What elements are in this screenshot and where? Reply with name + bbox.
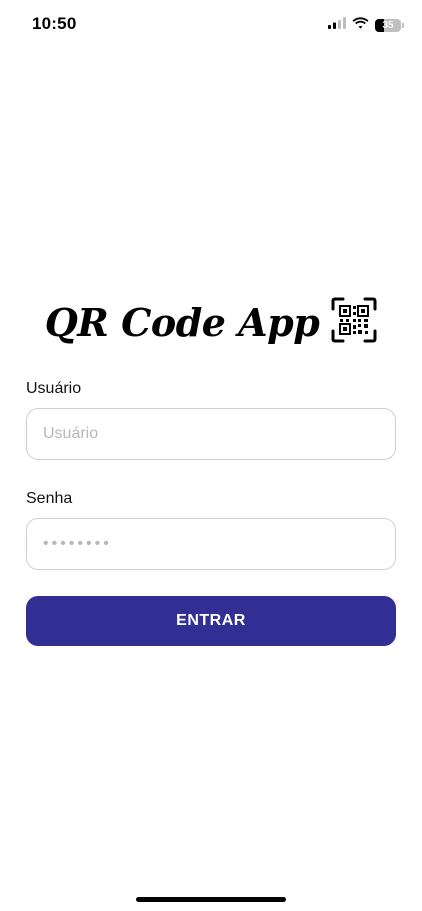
battery-icon: 35: [375, 18, 401, 32]
battery-level: 35: [382, 19, 394, 31]
battery-tip: [402, 22, 404, 28]
password-label: Senha: [26, 490, 73, 507]
status-time: 10:50: [32, 14, 77, 33]
password-input[interactable]: [26, 518, 396, 570]
username-group: Usuário: [26, 378, 396, 460]
app-header: QR Code App: [0, 292, 422, 352]
cellular-signal-icon: [328, 16, 346, 34]
login-form: Usuário Senha ENTRAR: [26, 378, 396, 646]
wifi-icon: [352, 16, 369, 34]
username-label: Usuário: [26, 380, 82, 397]
password-group: Senha: [26, 488, 396, 570]
app-title: QR Code App: [44, 299, 320, 345]
home-indicator: [136, 897, 286, 902]
login-button[interactable]: ENTRAR: [26, 596, 396, 646]
username-input[interactable]: [26, 408, 396, 460]
status-bar: 10:50 35: [0, 0, 422, 50]
status-icons: 35: [328, 16, 404, 34]
qr-code-icon: [331, 297, 377, 348]
